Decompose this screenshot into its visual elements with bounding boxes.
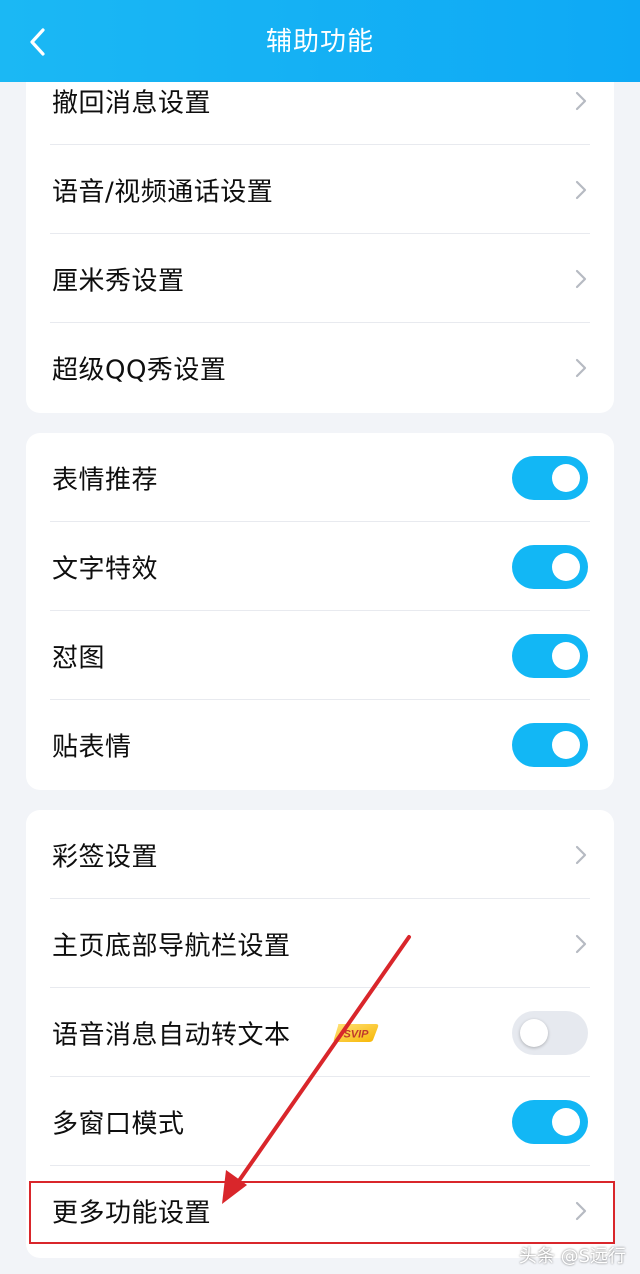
duitu-toggle[interactable] [512,633,588,678]
row-emoji-recommend: 表情推荐 [26,433,614,522]
row-label: 厘米秀设置 [52,266,185,296]
row-text-effects: 文字特效 [26,522,614,611]
chevron-right-icon [575,180,587,199]
row-duitu: 怼图 [26,611,614,700]
chevron-right-icon [575,845,587,864]
watermark: 头条 @S远行 [518,1246,626,1267]
chevron-right-icon [575,358,587,377]
toggle-knob [552,641,580,670]
toggle-knob [552,730,580,759]
row-label: 怼图 [52,643,106,673]
row-label: 主页底部导航栏设置 [52,931,291,961]
row-label: 超级QQ秀设置 [52,355,227,385]
row-label: 文字特效 [52,554,159,584]
chevron-right-icon [575,91,587,110]
settings-group-links: 撤回消息设置 语音/视频通话设置 厘米秀设置 超级QQ秀设置 [26,56,614,413]
row-label: 语音消息自动转文本 [52,1020,291,1050]
row-multi-window: 多窗口模式 [26,1077,614,1166]
row-voice-video-call-settings[interactable]: 语音/视频通话设置 [26,145,614,234]
page-title: 辅助功能 [265,27,374,57]
chevron-right-icon [575,934,587,953]
row-label: 撤回消息设置 [52,88,212,118]
emoji-recommend-toggle[interactable] [512,455,588,500]
row-bottom-nav-settings[interactable]: 主页底部导航栏设置 [26,899,614,988]
row-super-qqshow-settings[interactable]: 超级QQ秀设置 [26,323,614,412]
sticker-emoji-toggle[interactable] [512,722,588,767]
toggle-knob [520,1018,548,1047]
row-label: 表情推荐 [52,465,159,495]
row-label: 多窗口模式 [52,1109,185,1139]
row-label: 语音/视频通话设置 [52,177,274,207]
text-effects-toggle[interactable] [512,544,588,589]
row-caiqian-settings[interactable]: 彩签设置 [26,810,614,899]
row-sticker-emoji: 贴表情 [26,700,614,789]
row-label: 更多功能设置 [52,1198,212,1228]
toggle-knob [552,1107,580,1136]
chevron-right-icon [575,1201,587,1220]
settings-group-toggles: 表情推荐 文字特效 怼图 贴表情 [26,433,614,790]
svg-text:SVIP: SVIP [343,1028,369,1040]
row-label: 贴表情 [52,732,132,762]
row-voice-to-text: 语音消息自动转文本 SVIP [26,988,614,1077]
svip-badge: SVIP [333,1023,379,1042]
chevron-right-icon [575,269,587,288]
toggle-knob [552,552,580,581]
page: 撤回消息设置 语音/视频通话设置 厘米秀设置 超级QQ秀设置 表情推荐 文字特效 [0,0,640,1274]
voice-to-text-toggle[interactable] [512,1010,588,1055]
row-cmshow-settings[interactable]: 厘米秀设置 [26,234,614,323]
title-bar: 辅助功能 [0,0,640,82]
multi-window-toggle[interactable] [512,1099,588,1144]
settings-group-more: 彩签设置 主页底部导航栏设置 语音消息自动转文本 SVIP 多窗口模式 更多功能… [26,810,614,1258]
toggle-knob [552,463,580,492]
row-label: 彩签设置 [52,842,159,872]
